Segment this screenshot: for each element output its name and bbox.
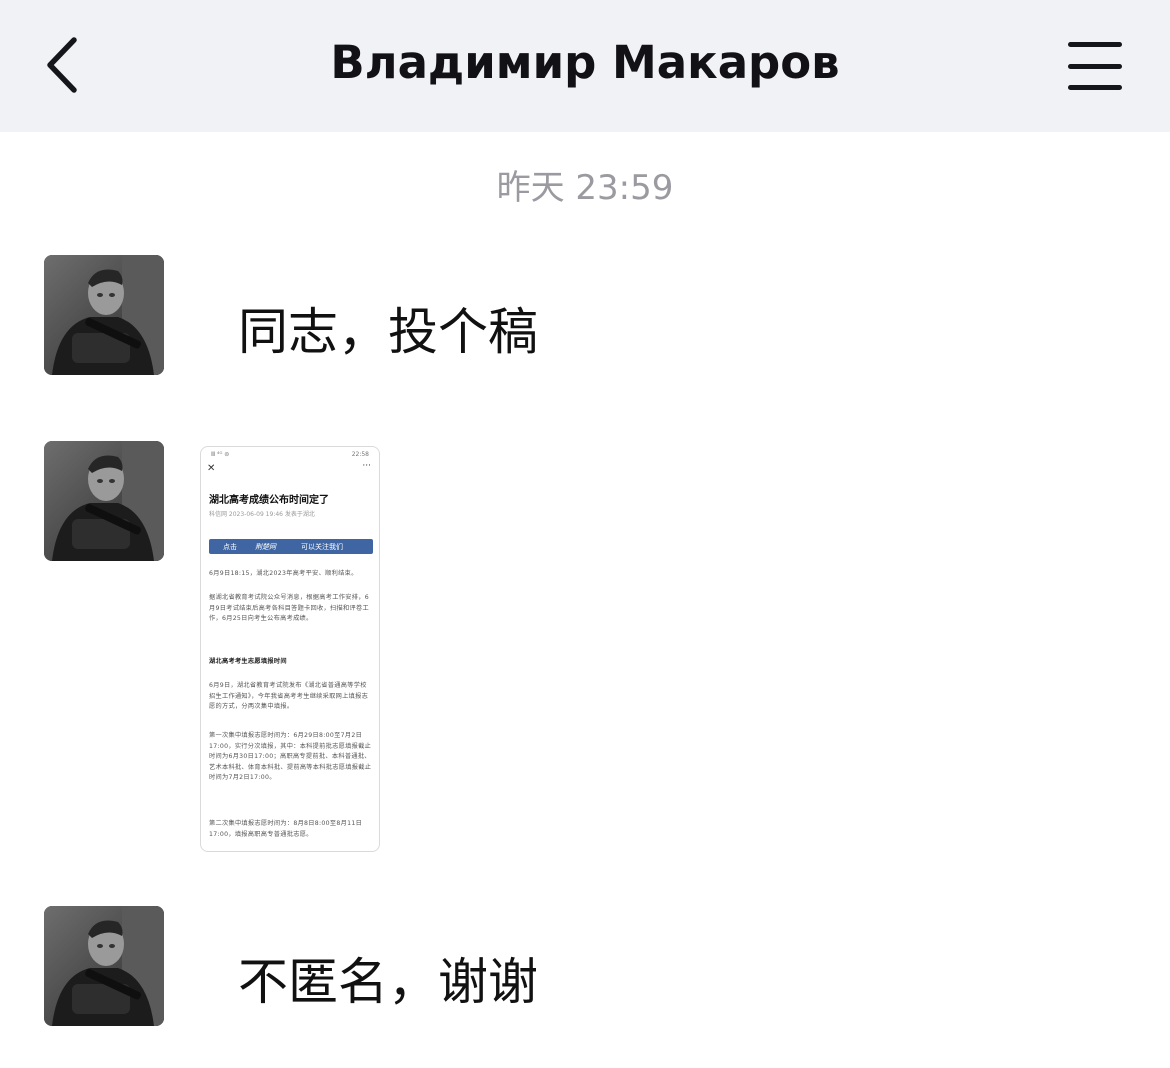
message-text: 不匿名，谢谢 <box>238 953 538 1011</box>
navigation-bar: Владимир Макаров <box>0 0 1170 132</box>
avatar-image <box>44 906 164 1026</box>
back-button[interactable] <box>36 30 96 100</box>
follow-banner: 点击 荆楚网 可以关注我们 <box>209 539 373 554</box>
message-timestamp: 昨天 23:59 <box>496 168 674 208</box>
screenshot-status-left: Ⅲ ⁴ᴳ ⊜ <box>211 451 230 458</box>
screenshot-status-time: 22:58 <box>351 451 369 458</box>
image-message[interactable]: Ⅲ ⁴ᴳ ⊜ 22:58 ✕ ··· 湖北高考成绩公布时间定了 科信网 2023… <box>200 446 380 852</box>
more-icon: ··· <box>362 461 371 471</box>
article-paragraph: 6月9日18:15，湖北2023年高考平安、顺利结束。 <box>209 570 358 577</box>
article-meta: 科信网 2023-06-09 19:46 发表于湖北 <box>209 511 315 518</box>
banner-brand: 荆楚网 <box>255 543 276 551</box>
close-icon: ✕ <box>207 463 216 474</box>
chat-title: Владимир Макаров <box>330 36 840 89</box>
avatar-image <box>44 255 164 375</box>
article-paragraph: 第一次集中填报志愿时间为：6月29日8:00至7月2日17:00，实行分次填报，… <box>209 732 372 782</box>
article-paragraph: 6月9日，湖北省教育考试院发布《湖北省普通高等学校招生工作通知》，今年我省高考考… <box>209 682 369 711</box>
message-text: 同志，投个稿 <box>238 303 538 361</box>
avatar-image <box>44 441 164 561</box>
chevron-left-icon <box>47 37 77 93</box>
avatar[interactable] <box>44 441 164 561</box>
avatar[interactable] <box>44 906 164 1026</box>
article-paragraph: 湖北高考考生志愿填报时间 <box>209 658 287 665</box>
hamburger-menu-icon <box>1068 42 1122 90</box>
avatar[interactable] <box>44 255 164 375</box>
menu-button[interactable] <box>1062 40 1128 92</box>
article-paragraph: 第二次集中填报志愿时间为：8月8日8:00至8月11日17:00，填报高职高专普… <box>209 820 363 838</box>
article-title: 湖北高考成绩公布时间定了 <box>209 495 329 506</box>
banner-tail: 可以关注我们 <box>301 543 343 551</box>
article-paragraph: 据湖北省教育考试院公众号消息，根据高考工作安排，6月9日考试结束后高考各科目答题… <box>209 594 369 623</box>
banner-tap-label: 点击 <box>223 543 237 551</box>
